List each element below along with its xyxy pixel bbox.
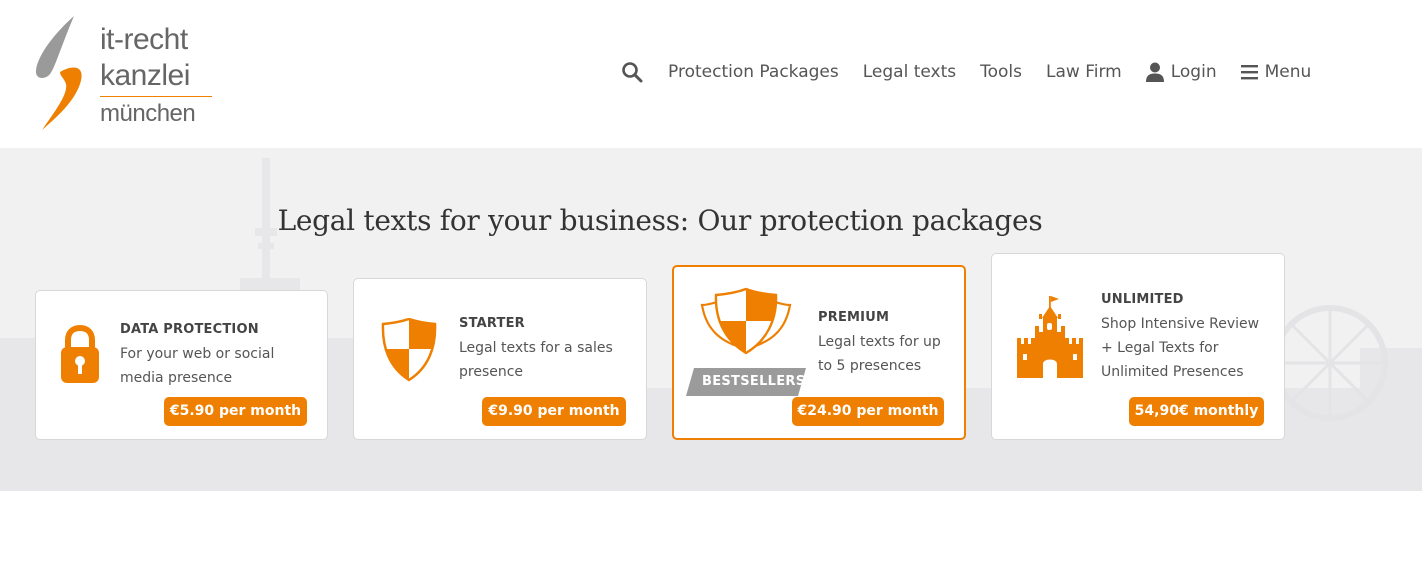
site-header: it-recht kanzlei münchen Protection Pack…: [0, 0, 1422, 148]
nav-law-firm[interactable]: Law Firm: [1046, 62, 1122, 82]
price-button[interactable]: 54,90€ monthly: [1129, 397, 1264, 426]
padlock-icon: [61, 325, 99, 383]
package-card-data-protection[interactable]: DATA PROTECTION For your web or social m…: [35, 290, 328, 440]
nav-protection-packages[interactable]: Protection Packages: [668, 62, 839, 82]
hero-section: Legal texts for your business: Our prote…: [0, 148, 1422, 491]
hamburger-icon: [1240, 65, 1258, 80]
card-title: DATA PROTECTION: [120, 322, 259, 337]
price-button[interactable]: €9.90 per month: [482, 397, 626, 426]
logo-line-2: kanzlei: [100, 59, 190, 92]
logo-mark-icon: [35, 16, 82, 130]
package-card-starter[interactable]: STARTER Legal texts for a sales presence…: [353, 278, 647, 440]
package-card-premium[interactable]: BESTSELLERS PREMIUM Legal texts for up t…: [672, 265, 966, 440]
card-description: Legal texts for up to 5 presences: [818, 334, 941, 374]
logo-text: it-recht kanzlei münchen: [100, 22, 212, 130]
search-icon[interactable]: [620, 60, 644, 84]
logo-line-3: münchen: [100, 96, 212, 129]
logo[interactable]: it-recht kanzlei münchen: [34, 14, 234, 134]
package-card-unlimited[interactable]: UNLIMITED Shop Intensive Review + Legal …: [991, 253, 1285, 440]
logo-line-1: it-recht: [100, 23, 188, 56]
price-button[interactable]: €24.90 per month: [792, 397, 944, 426]
login-link[interactable]: Login: [1145, 62, 1217, 82]
card-title: UNLIMITED: [1101, 292, 1184, 307]
nav-tools[interactable]: Tools: [980, 62, 1022, 82]
hero-title: Legal texts for your business: Our prote…: [277, 204, 1043, 237]
nav-legal-texts[interactable]: Legal texts: [863, 62, 956, 82]
menu-button[interactable]: Menu: [1240, 62, 1312, 82]
shield-icon: [381, 318, 437, 382]
card-description: Legal texts for a sales presence: [459, 340, 613, 380]
castle-icon: [1017, 296, 1083, 378]
triple-shield-icon: [700, 287, 792, 355]
bestsellers-badge: BESTSELLERS: [686, 368, 806, 396]
card-description: Shop Intensive Review + Legal Texts for …: [1101, 316, 1260, 380]
card-title: PREMIUM: [818, 310, 890, 325]
price-button[interactable]: €5.90 per month: [164, 397, 307, 426]
user-icon: [1145, 62, 1164, 82]
main-nav: Protection Packages Legal texts Tools La…: [620, 58, 1311, 86]
card-title: STARTER: [459, 316, 525, 331]
menu-label: Menu: [1264, 62, 1312, 82]
login-label: Login: [1170, 62, 1217, 82]
badge-label: BESTSELLERS: [702, 374, 806, 389]
card-description: For your web or social media presence: [120, 346, 275, 386]
